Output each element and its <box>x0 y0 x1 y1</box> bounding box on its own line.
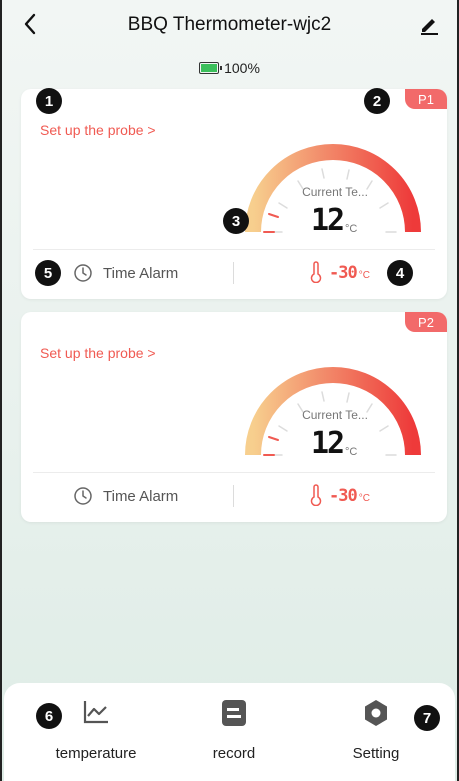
divider <box>33 249 435 250</box>
header: BBQ Thermometer-wjc2 <box>2 0 457 50</box>
probe-tag: P2 <box>405 312 447 332</box>
probe-tag: P1 <box>405 89 447 109</box>
divider <box>233 262 234 284</box>
bottom-navigation: temperature record Setting 6 7 <box>4 683 455 781</box>
callout-badge-7: 7 <box>414 705 440 731</box>
nav-temperature-label: temperature <box>55 745 137 762</box>
probe-card-p2[interactable]: P2 Set up the probe > Current Te... 12 °… <box>21 312 447 522</box>
record-icon <box>222 700 246 726</box>
battery-indicator: 100% <box>2 60 457 76</box>
time-alarm-button[interactable]: Time Alarm <box>73 486 178 506</box>
low-temperature-value: -30 <box>329 486 358 506</box>
gear-icon <box>365 700 387 726</box>
callout-badge-6: 6 <box>36 703 62 729</box>
nav-setting-label: Setting <box>352 745 400 762</box>
callout-badge-3: 3 <box>223 208 249 234</box>
thermometer-icon <box>310 261 322 283</box>
page-title: BBQ Thermometer-wjc2 <box>127 14 332 35</box>
callout-badge-5: 5 <box>35 260 61 286</box>
app-screen: BBQ Thermometer-wjc2 100% P1 Set up the … <box>0 0 459 781</box>
temperature-alarm-button[interactable]: -30 °C <box>309 484 370 506</box>
current-temperature: 12 <box>311 203 345 238</box>
setup-probe-link[interactable]: Set up the probe > <box>40 122 156 138</box>
current-temperature: 12 <box>311 426 345 461</box>
temperature-unit: °C <box>345 446 358 458</box>
clock-icon <box>74 264 92 282</box>
low-temperature-unit: °C <box>358 493 370 504</box>
callout-badge-2: 2 <box>364 88 390 114</box>
pencil-icon <box>421 19 438 35</box>
time-alarm-label: Time Alarm <box>103 487 179 505</box>
callout-badge-4: 4 <box>387 260 413 286</box>
nav-temperature[interactable]: temperature <box>26 683 166 781</box>
nav-setting[interactable]: Setting <box>306 683 446 781</box>
nav-record-label: record <box>212 745 256 762</box>
time-alarm-label: Time Alarm <box>103 264 179 282</box>
clock-icon <box>74 487 92 505</box>
temperature-alarm-button[interactable]: -30 °C <box>309 261 370 283</box>
low-temperature-unit: °C <box>358 270 370 281</box>
battery-level: 100% <box>224 60 260 76</box>
low-temperature-value: -30 <box>329 263 358 283</box>
probe-card-p1[interactable]: P1 Set up the probe > Current Te... 12 °… <box>21 89 447 299</box>
line-chart-icon <box>83 701 108 724</box>
battery-fill <box>201 64 218 72</box>
gauge-label: Current Te... <box>302 185 368 199</box>
battery-icon <box>199 62 223 74</box>
temperature-unit: °C <box>345 223 358 235</box>
callout-badge-1: 1 <box>36 88 62 114</box>
time-alarm-button[interactable]: Time Alarm <box>73 263 178 283</box>
thermometer-icon <box>310 484 322 506</box>
setup-probe-link[interactable]: Set up the probe > <box>40 345 156 361</box>
divider <box>33 472 435 473</box>
divider <box>233 485 234 507</box>
nav-record[interactable]: record <box>164 683 304 781</box>
edit-button[interactable] <box>415 10 443 38</box>
gauge-label: Current Te... <box>302 408 368 422</box>
